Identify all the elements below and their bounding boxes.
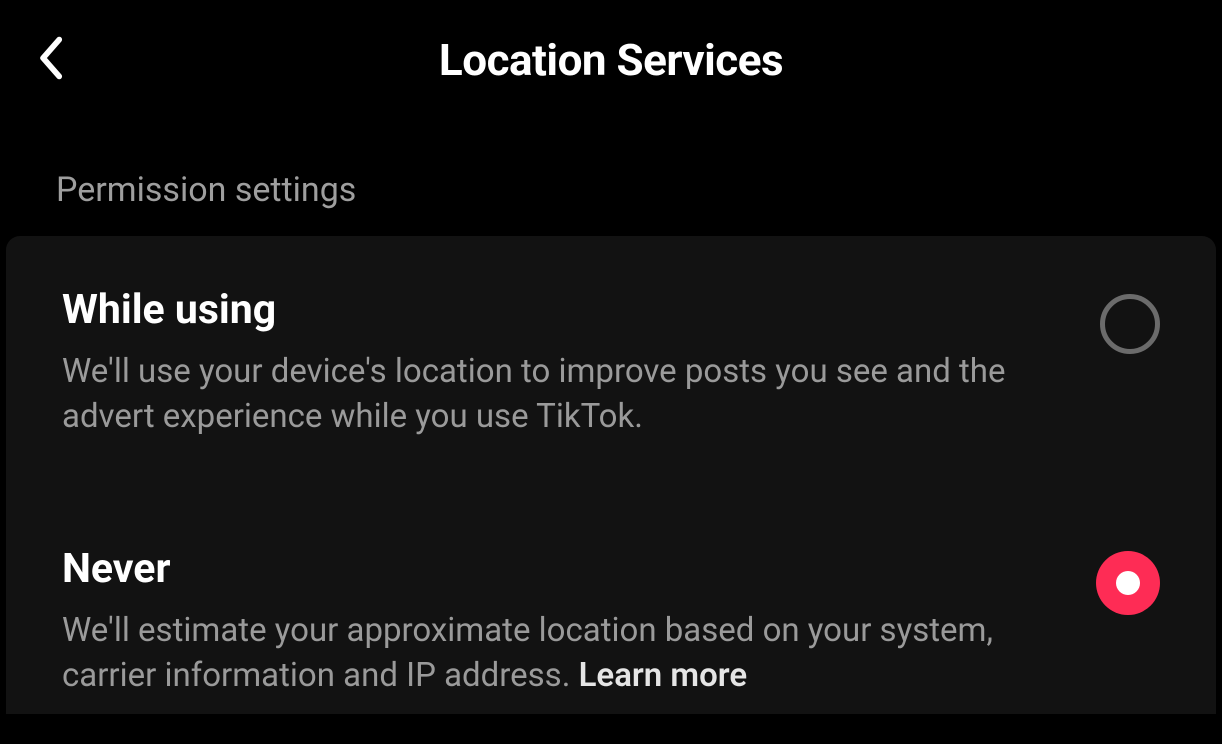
page-title: Location Services bbox=[439, 34, 783, 86]
option-description-text: We'll estimate your approximate location… bbox=[62, 611, 993, 695]
option-title: While using bbox=[62, 286, 1160, 334]
option-description: We'll use your device's location to impr… bbox=[62, 350, 1062, 439]
options-container: While using We'll use your device's loca… bbox=[6, 236, 1216, 714]
option-description: We'll estimate your approximate location… bbox=[62, 609, 1062, 698]
learn-more-link[interactable]: Learn more bbox=[579, 656, 748, 695]
back-button[interactable] bbox=[30, 40, 70, 80]
chevron-left-icon bbox=[36, 35, 64, 85]
section-header: Permission settings bbox=[0, 120, 1222, 230]
option-title: Never bbox=[62, 545, 1160, 593]
radio-while-using[interactable] bbox=[1100, 294, 1160, 354]
option-never[interactable]: Never We'll estimate your approximate lo… bbox=[6, 455, 1216, 714]
header: Location Services bbox=[0, 0, 1222, 120]
radio-empty-icon bbox=[1100, 294, 1160, 354]
radio-selected-icon bbox=[1096, 551, 1160, 615]
radio-never[interactable] bbox=[1096, 551, 1160, 615]
option-while-using[interactable]: While using We'll use your device's loca… bbox=[6, 236, 1216, 455]
